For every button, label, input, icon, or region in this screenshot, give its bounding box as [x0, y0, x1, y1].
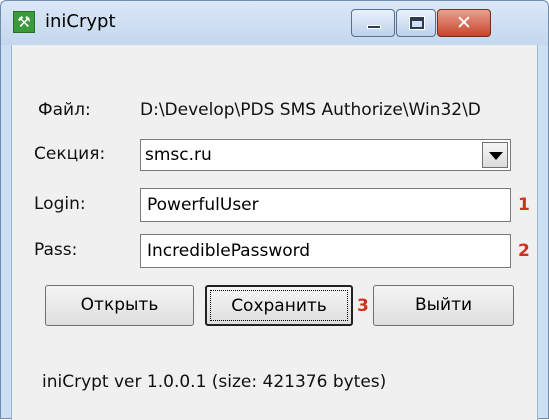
marker-1: 1	[518, 195, 530, 215]
login-input[interactable]	[140, 188, 511, 222]
marker-3: 3	[357, 296, 369, 316]
title-bar[interactable]: ⚒ iniCrypt ✕	[1, 1, 548, 45]
save-button[interactable]: Сохранить	[205, 285, 353, 326]
marker-2: 2	[518, 241, 530, 261]
dropdown-button[interactable]	[482, 142, 508, 168]
close-button[interactable]: ✕	[437, 9, 491, 37]
chevron-down-icon	[489, 152, 503, 160]
file-path: D:\Develop\PDS SMS Authorize\Win32\D	[140, 100, 481, 120]
section-label: Секция:	[34, 144, 106, 164]
client-area: Файл: D:\Develop\PDS SMS Authorize\Win32…	[11, 45, 538, 420]
file-label: Файл:	[38, 100, 91, 120]
save-button-label: Сохранить	[210, 290, 348, 321]
password-input[interactable]	[140, 234, 511, 268]
exit-button[interactable]: Выйти	[373, 285, 514, 326]
maximize-button[interactable]	[396, 9, 436, 37]
open-button[interactable]: Открыть	[45, 285, 194, 326]
minimize-button[interactable]	[351, 9, 395, 37]
pass-label: Pass:	[34, 240, 78, 260]
section-selected-value: smsc.ru	[145, 145, 212, 165]
window-title: iniCrypt	[45, 11, 116, 32]
status-text: iniCrypt ver 1.0.0.1 (size: 421376 bytes…	[42, 372, 387, 392]
tools-icon: ⚒	[13, 11, 35, 33]
maximize-icon	[409, 16, 425, 30]
section-select[interactable]: smsc.ru	[140, 139, 511, 171]
app-window: ⚒ iniCrypt ✕ Файл: D:\Develop\PDS SMS Au…	[0, 0, 549, 420]
close-icon: ✕	[456, 12, 472, 34]
login-label: Login:	[34, 194, 86, 214]
minimize-icon	[367, 25, 381, 29]
